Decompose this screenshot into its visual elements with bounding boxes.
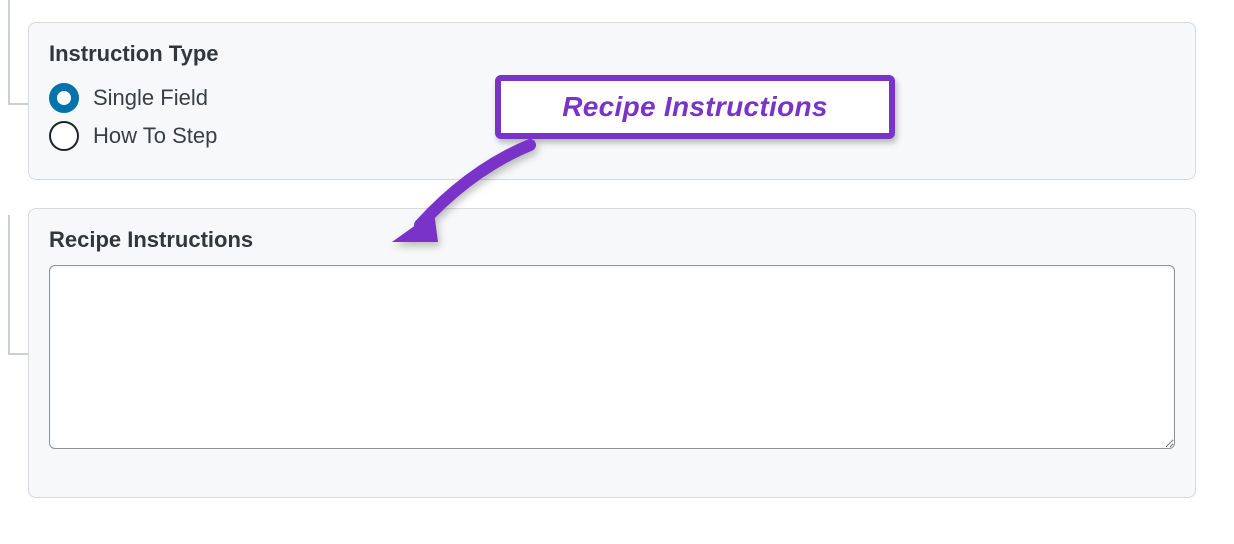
recipe-instructions-textarea[interactable] [49, 265, 1175, 449]
recipe-instructions-panel: Recipe Instructions [28, 208, 1196, 498]
recipe-instructions-title: Recipe Instructions [49, 227, 1175, 253]
radio-checked-icon [49, 83, 79, 113]
tree-connector-line [8, 0, 10, 105]
annotation-callout: Recipe Instructions [495, 75, 895, 139]
radio-unchecked-icon [49, 121, 79, 151]
tree-connector-line [8, 215, 10, 355]
tree-connector-line [8, 103, 28, 105]
radio-label: How To Step [93, 123, 217, 149]
instruction-type-title: Instruction Type [49, 41, 1175, 67]
annotation-callout-text: Recipe Instructions [562, 91, 828, 123]
page-root: Instruction Type Single Field How To Ste… [0, 0, 1234, 544]
radio-label: Single Field [93, 85, 208, 111]
tree-connector-line [8, 353, 28, 355]
